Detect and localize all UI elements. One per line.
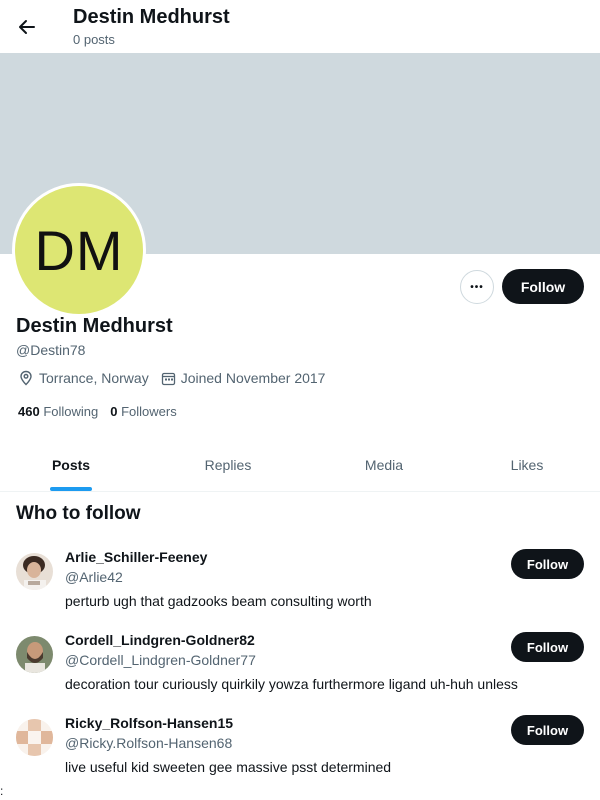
suggestion-handle: @Cordell_Lindgren-Goldner77 xyxy=(65,652,256,668)
followers-count: 0 xyxy=(110,404,118,419)
edge-mark: : xyxy=(0,784,4,798)
top-header: Destin Medhurst 0 posts xyxy=(0,0,600,53)
follow-button[interactable]: Follow xyxy=(511,549,584,579)
avatar-initials: DM xyxy=(34,218,124,282)
more-icon: ••• xyxy=(470,281,484,293)
profile-name: Destin Medhurst xyxy=(16,315,173,337)
following-link[interactable]: 460 Following xyxy=(18,404,98,419)
active-tab-indicator xyxy=(50,487,92,491)
followers-label: Followers xyxy=(121,404,177,419)
location: Torrance, Norway xyxy=(18,370,149,386)
tab-likes[interactable]: Likes xyxy=(454,438,600,491)
tab-posts[interactable]: Posts xyxy=(0,438,142,491)
profile-meta: Torrance, Norway Joined November 2017 xyxy=(18,370,337,386)
suggestion-handle: @Ricky.Rolfson-Hansen68 xyxy=(65,735,233,751)
location-pin-icon xyxy=(20,370,32,386)
following-count: 460 xyxy=(18,404,40,419)
user-photo-icon xyxy=(16,719,53,756)
suggestion-handle: @Arlie42 xyxy=(65,569,123,585)
suggestion-name[interactable]: Ricky_Rolfson-Hansen15 xyxy=(65,715,233,731)
avatar[interactable] xyxy=(16,719,53,756)
suggestion-bio: perturb ugh that gadzooks beam consultin… xyxy=(65,593,372,609)
join-date: Joined November 2017 xyxy=(161,370,326,386)
suggestion-name[interactable]: Cordell_Lindgren-Goldner82 xyxy=(65,632,255,648)
location-text: Torrance, Norway xyxy=(39,370,149,386)
tab-replies[interactable]: Replies xyxy=(142,438,314,491)
user-photo-icon xyxy=(16,553,53,590)
user-photo-icon xyxy=(16,636,53,673)
more-options-button[interactable]: ••• xyxy=(460,270,494,304)
tab-label: Media xyxy=(364,456,404,473)
page-title: Destin Medhurst xyxy=(73,6,230,28)
suggestion-bio: decoration tour curiously quirkily yowza… xyxy=(65,676,518,692)
follow-button[interactable]: Follow xyxy=(502,269,584,304)
avatar[interactable]: DM xyxy=(12,183,146,317)
suggestion-name[interactable]: Arlie_Schiller-Feeney xyxy=(65,549,207,565)
suggestion-item[interactable]: Arlie_Schiller-Feeney @Arlie42 perturb u… xyxy=(16,549,586,619)
follow-button[interactable]: Follow xyxy=(511,632,584,662)
post-count: 0 posts xyxy=(73,32,115,47)
suggestion-item[interactable]: Cordell_Lindgren-Goldner82 @Cordell_Lind… xyxy=(16,632,586,702)
suggestion-bio: live useful kid sweeten gee massive psst… xyxy=(65,759,392,775)
profile-tabs: Posts Replies Media Likes xyxy=(0,438,600,492)
tab-label: Replies xyxy=(204,456,252,473)
calendar-icon xyxy=(161,372,175,385)
follow-stats: 460 Following 0 Followers xyxy=(18,404,189,419)
tab-media[interactable]: Media xyxy=(314,438,454,491)
follow-button[interactable]: Follow xyxy=(511,715,584,745)
avatar[interactable] xyxy=(16,553,53,590)
back-button[interactable] xyxy=(12,12,42,42)
suggestion-item[interactable]: Ricky_Rolfson-Hansen15 @Ricky.Rolfson-Ha… xyxy=(16,715,586,785)
who-to-follow-heading: Who to follow xyxy=(16,503,141,524)
profile-handle: @Destin78 xyxy=(16,342,86,358)
followers-link[interactable]: 0 Followers xyxy=(110,404,176,419)
tab-label: Posts xyxy=(51,456,91,473)
join-date-text: Joined November 2017 xyxy=(180,370,326,386)
following-label: Following xyxy=(43,404,99,419)
arrow-left-icon xyxy=(19,20,35,34)
tab-label: Likes xyxy=(510,456,544,473)
avatar[interactable] xyxy=(16,636,53,673)
